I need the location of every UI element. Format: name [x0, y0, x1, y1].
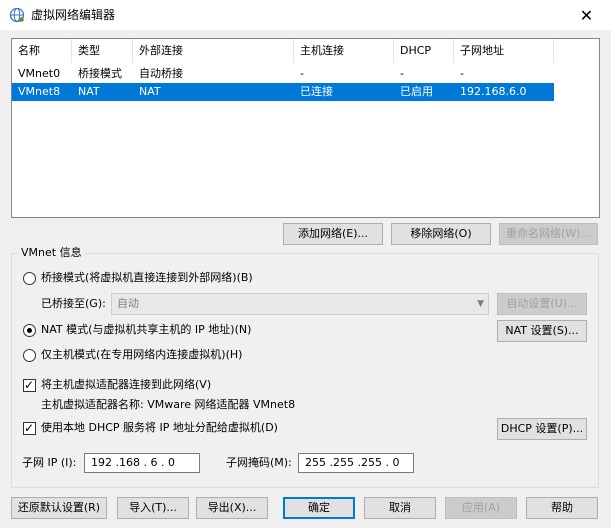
restore-defaults-button[interactable]: 还原默认设置(R)	[11, 497, 107, 519]
table-row[interactable]: VMnet0 桥接模式 自动桥接 - - -	[12, 65, 554, 83]
cell-type: 桥接模式	[78, 67, 122, 80]
list-header: 名称 类型 外部连接 主机连接 DHCP 子网地址	[12, 39, 599, 63]
close-icon: ✕	[579, 5, 594, 25]
nat-mode-radio[interactable]	[23, 324, 36, 337]
host-only-radio[interactable]	[23, 349, 36, 362]
cell-subnet: 192.168.6.0	[460, 85, 527, 98]
network-list[interactable]: 名称 类型 外部连接 主机连接 DHCP 子网地址 VMnet0 桥接模式 自动…	[11, 38, 600, 218]
vmnet-info-label: VMnet 信息	[18, 246, 85, 260]
column-header-host[interactable]: 主机连接	[294, 39, 394, 63]
nat-settings-button[interactable]: NAT 设置(S)...	[497, 320, 587, 342]
cell-name: VMnet8	[18, 85, 61, 98]
bridge-mode-radio[interactable]	[23, 272, 36, 285]
bridged-to-label: 已桥接至(G):	[41, 297, 106, 310]
subnet-ip-label: 子网 IP (I):	[22, 456, 77, 469]
cell-dhcp: 已启用	[400, 85, 433, 98]
table-row-selected[interactable]: VMnet8 NAT NAT 已连接 已启用 192.168.6.0	[12, 83, 554, 101]
connect-adapter-label[interactable]: 将主机虚拟适配器连接到此网络(V)	[41, 377, 211, 393]
cell-external: 自动桥接	[139, 67, 183, 80]
cell-dhcp: -	[400, 67, 404, 80]
subnet-ip-field[interactable]: 192 .168 . 6 . 0	[84, 453, 200, 473]
cell-external: NAT	[139, 85, 161, 98]
rename-network-button[interactable]: 重命名网络(W)...	[499, 223, 598, 245]
window-title: 虚拟网络编辑器	[31, 8, 116, 22]
network-globe-icon	[9, 7, 25, 23]
apply-button[interactable]: 应用(A)	[445, 497, 517, 519]
bridged-to-select[interactable]: 自动 ▼	[111, 293, 489, 315]
auto-settings-button[interactable]: 自动设置(U)...	[497, 293, 587, 315]
host-only-label[interactable]: 仅主机模式(在专用网络内连接虚拟机)(H)	[41, 347, 242, 363]
nat-mode-label[interactable]: NAT 模式(与虚拟机共享主机的 IP 地址)(N)	[41, 322, 251, 338]
export-button[interactable]: 导出(X)...	[196, 497, 268, 519]
use-dhcp-checkbox[interactable]	[23, 420, 36, 436]
adapter-name-text: 主机虚拟适配器名称: VMware 网络适配器 VMnet8	[41, 398, 296, 411]
dhcp-settings-button[interactable]: DHCP 设置(P)...	[497, 418, 587, 440]
column-header-external[interactable]: 外部连接	[133, 39, 294, 63]
use-dhcp-label[interactable]: 使用本地 DHCP 服务将 IP 地址分配给虚拟机(D)	[41, 420, 278, 436]
cell-host: 已连接	[300, 85, 333, 98]
column-header-type[interactable]: 类型	[72, 39, 133, 63]
column-header-subnet[interactable]: 子网地址	[454, 39, 554, 63]
cancel-button[interactable]: 取消	[364, 497, 436, 519]
ok-button[interactable]: 确定	[283, 497, 355, 519]
subnet-mask-field[interactable]: 255 .255 .255 . 0	[298, 453, 414, 473]
chevron-down-icon: ▼	[477, 299, 484, 309]
cell-host: -	[300, 67, 304, 80]
import-button[interactable]: 导入(T)...	[117, 497, 189, 519]
close-button[interactable]: ✕	[562, 0, 611, 30]
subnet-mask-label: 子网掩码(M):	[226, 456, 292, 469]
bridge-mode-label[interactable]: 桥接模式(将虚拟机直接连接到外部网络)(B)	[41, 270, 253, 286]
add-network-button[interactable]: 添加网络(E)...	[283, 223, 383, 245]
column-header-dhcp[interactable]: DHCP	[394, 39, 454, 63]
help-button[interactable]: 帮助	[526, 497, 598, 519]
remove-network-button[interactable]: 移除网络(O)	[391, 223, 491, 245]
cell-name: VMnet0	[18, 67, 61, 80]
connect-adapter-checkbox[interactable]	[23, 377, 36, 393]
bridged-to-value: 自动	[117, 297, 139, 310]
cell-subnet: -	[460, 67, 464, 80]
cell-type: NAT	[78, 85, 100, 98]
column-header-name[interactable]: 名称	[12, 39, 72, 63]
